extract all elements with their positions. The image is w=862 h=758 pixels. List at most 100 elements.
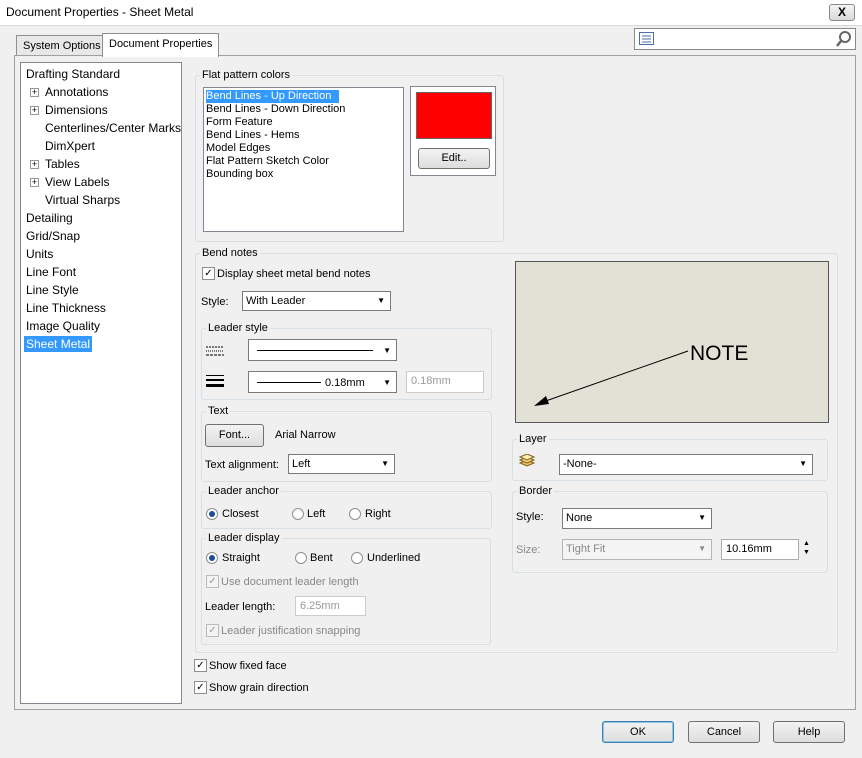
bend-notes-title: Bend notes xyxy=(200,247,260,259)
font-button[interactable]: Font... xyxy=(205,424,264,447)
tree-item-image-quality[interactable]: Image Quality xyxy=(26,318,100,334)
list-item[interactable]: Bend Lines - Up Direction xyxy=(206,90,340,103)
expand-icon[interactable]: + xyxy=(30,106,39,115)
anchor-closest-radio[interactable] xyxy=(206,508,218,520)
chevron-down-icon: ▼ xyxy=(377,296,385,305)
anchor-left-radio[interactable] xyxy=(292,508,304,520)
tree-item-line-font[interactable]: Line Font xyxy=(26,264,76,280)
display-straight-radio[interactable] xyxy=(206,552,218,564)
tree-item-line-style[interactable]: Line Style xyxy=(26,282,79,298)
display-bend-notes-checkbox[interactable]: ✓ xyxy=(202,267,215,280)
color-swatch xyxy=(416,92,492,139)
border-size-field[interactable]: 10.16mm xyxy=(721,539,799,560)
thickness-value: 0.18mm xyxy=(325,377,365,389)
cancel-button[interactable]: Cancel xyxy=(688,721,760,743)
chevron-down-icon: ▼ xyxy=(698,513,706,522)
style-dropdown[interactable]: With Leader ▼ xyxy=(242,291,391,311)
thickness-line-sample xyxy=(257,382,321,383)
tab-system-options[interactable]: System Options xyxy=(16,35,108,57)
expand-icon[interactable]: + xyxy=(30,160,39,169)
custom-thickness-field[interactable]: 0.18mm xyxy=(406,371,484,393)
tree-item-detailing[interactable]: Detailing xyxy=(26,210,73,226)
show-fixed-face-label: Show fixed face xyxy=(209,660,287,672)
list-item[interactable]: Bounding box xyxy=(206,168,273,181)
display-underlined-label: Underlined xyxy=(367,552,421,564)
layer-value: -None- xyxy=(563,458,597,470)
style-value: With Leader xyxy=(246,295,306,307)
list-item[interactable]: Flat Pattern Sketch Color xyxy=(206,155,329,168)
tree-item-grid-snap[interactable]: Grid/Snap xyxy=(26,228,80,244)
justification-snapping-checkbox[interactable]: ✓ xyxy=(206,624,219,637)
show-fixed-face-checkbox[interactable]: ✓ xyxy=(194,659,207,672)
use-doc-length-checkbox[interactable]: ✓ xyxy=(206,575,219,588)
chevron-down-icon: ▼ xyxy=(799,459,807,468)
chevron-down-icon: ▼ xyxy=(383,378,391,387)
expand-icon[interactable]: + xyxy=(30,178,39,187)
line-style-dropdown[interactable]: ▼ xyxy=(248,339,397,361)
line-thickness-dropdown[interactable]: 0.18mm ▼ xyxy=(248,371,397,393)
tree-item-dimxpert[interactable]: DimXpert xyxy=(45,138,95,154)
expand-icon[interactable]: + xyxy=(30,88,39,97)
text-alignment-value: Left xyxy=(292,458,311,470)
close-button[interactable]: X xyxy=(829,4,855,21)
tree-item-sheet-metal[interactable]: Sheet Metal xyxy=(24,336,93,352)
tree-item-drafting-standard[interactable]: Drafting Standard xyxy=(26,66,120,82)
line-style-icon xyxy=(206,346,224,356)
border-style-dropdown[interactable]: None ▼ xyxy=(562,508,712,529)
tree-item-line-thickness[interactable]: Line Thickness xyxy=(26,300,106,316)
leader-arrow xyxy=(534,350,689,406)
help-button[interactable]: Help xyxy=(773,721,845,743)
display-bent-label: Bent xyxy=(310,552,333,564)
display-bent-radio[interactable] xyxy=(295,552,307,564)
list-item[interactable]: Form Feature xyxy=(206,116,273,129)
text-alignment-label: Text alignment: xyxy=(205,459,279,471)
search-icon[interactable] xyxy=(835,30,853,48)
leader-style-title: Leader style xyxy=(206,322,270,334)
anchor-left-label: Left xyxy=(307,508,326,520)
ok-button[interactable]: OK xyxy=(602,721,674,743)
leader-length-field[interactable]: 6.25mm xyxy=(295,596,366,616)
chevron-down-icon: ▼ xyxy=(383,346,391,355)
tree-item-tables[interactable]: Tables xyxy=(45,156,80,172)
list-item[interactable]: Model Edges xyxy=(206,142,270,155)
border-size-label: Size: xyxy=(516,544,541,556)
preview-note-text: NOTE xyxy=(690,342,749,365)
layer-dropdown[interactable]: -None- ▼ xyxy=(559,454,813,475)
border-group xyxy=(512,491,828,573)
edit-color-button[interactable]: Edit.. xyxy=(418,148,490,169)
settings-tree[interactable]: Drafting Standard + Annotations + Dimens… xyxy=(20,62,182,704)
solid-line-sample xyxy=(257,350,373,351)
tree-item-view-labels[interactable]: View Labels xyxy=(45,174,110,190)
list-item[interactable]: Bend Lines - Hems xyxy=(206,129,300,142)
list-item[interactable]: Bend Lines - Down Direction xyxy=(206,103,345,116)
display-underlined-radio[interactable] xyxy=(351,552,363,564)
anchor-right-label: Right xyxy=(365,508,391,520)
tree-item-units[interactable]: Units xyxy=(26,246,53,262)
search-input[interactable] xyxy=(634,28,856,50)
flat-pattern-list[interactable]: Bend Lines - Up Direction Bend Lines - D… xyxy=(203,87,404,232)
leader-display-title: Leader display xyxy=(206,532,282,544)
line-thickness-icon xyxy=(206,375,224,387)
text-alignment-dropdown[interactable]: Left ▼ xyxy=(288,454,395,474)
tree-item-annotations[interactable]: Annotations xyxy=(45,84,108,100)
tree-item-centerlines[interactable]: Centerlines/Center Marks xyxy=(45,120,181,136)
size-spinner[interactable]: ▲ ▼ xyxy=(800,539,813,560)
layers-icon xyxy=(518,454,536,467)
border-title: Border xyxy=(517,485,555,497)
border-size-dropdown[interactable]: Tight Fit ▼ xyxy=(562,539,712,560)
anchor-right-radio[interactable] xyxy=(349,508,361,520)
leader-length-label: Leader length: xyxy=(205,601,276,613)
tab-document-properties[interactable]: Document Properties xyxy=(102,33,220,57)
tree-item-virtual-sharps[interactable]: Virtual Sharps xyxy=(45,192,120,208)
note-preview: NOTE xyxy=(515,261,829,423)
chevron-down-icon: ▼ xyxy=(381,459,389,468)
border-style-label: Style: xyxy=(516,511,544,523)
layer-title: Layer xyxy=(517,433,549,445)
color-swatch-frame: Edit.. xyxy=(410,86,496,176)
chevron-down-icon: ▼ xyxy=(698,544,706,553)
tree-item-dimensions[interactable]: Dimensions xyxy=(45,102,108,118)
anchor-closest-label: Closest xyxy=(222,508,259,520)
use-doc-length-label: Use document leader length xyxy=(221,576,359,588)
border-style-value: None xyxy=(566,512,593,524)
show-grain-direction-checkbox[interactable]: ✓ xyxy=(194,681,207,694)
